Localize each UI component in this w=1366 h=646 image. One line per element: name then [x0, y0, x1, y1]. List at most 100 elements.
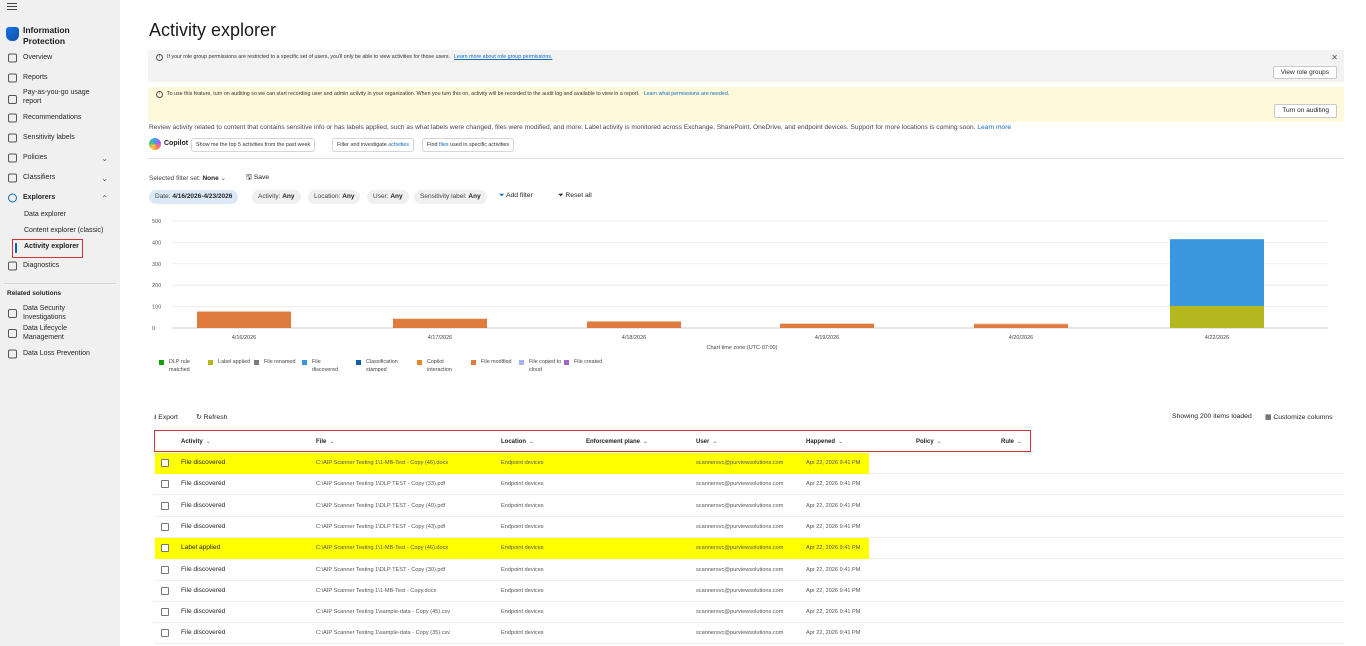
nav-item-data-security-investigations[interactable]: Data Security Investigations — [0, 305, 120, 323]
nav-sub-content-explorer[interactable]: Content explorer (classic) — [0, 224, 120, 238]
nav-item-diagnostics[interactable]: Diagnostics — [0, 258, 120, 274]
cell-file: C:\AIP Scanner Testing 1\sample-data - C… — [316, 609, 451, 616]
selected-filter-set[interactable]: Selected filter set: None ⌄ — [149, 174, 226, 182]
table-row[interactable]: File discovered C:\AIP Scanner Testing 1\… — [154, 602, 1344, 624]
add-filter-button[interactable]: ⏷ Add filter — [499, 192, 533, 200]
customize-columns-button[interactable]: ▦ Customize columns — [1265, 413, 1333, 421]
reset-all-label: Reset all — [565, 192, 592, 199]
column-header-location[interactable]: Location ⌄ — [501, 438, 534, 445]
pill-value: Any — [342, 193, 355, 200]
nav-item-data-loss-prevention[interactable]: Data Loss Prevention — [0, 346, 120, 362]
nav-item-classifiers[interactable]: Classifiers ⌄ — [0, 170, 120, 186]
column-header-happened[interactable]: Happened ⌄ — [806, 438, 843, 445]
pill-value: 4/16/2026-4/23/2026 — [172, 193, 233, 200]
table-row[interactable]: File discovered C:\AIP Scanner Testing 1\… — [154, 623, 1344, 645]
legend-swatch — [254, 360, 259, 365]
nav-item-overview[interactable]: Overview — [0, 50, 120, 66]
info-banner-text: If your role group permissions are restr… — [167, 54, 552, 60]
annotation-highlight-box — [12, 239, 83, 258]
copilot-prompt-chip[interactable]: Show me the top 5 activities from the pa… — [191, 138, 316, 152]
table-row[interactable]: File discovered C:\AIP Scanner Testing 1\… — [154, 581, 1344, 602]
export-label: Export — [158, 414, 178, 421]
nav-item-explorers[interactable]: Explorers ⌃ — [0, 190, 120, 206]
bar-segment — [974, 323, 1068, 325]
reset-all-button[interactable]: ⏷ Reset all — [558, 192, 592, 200]
filter-pill-date[interactable]: Date: 4/16/2026-4/23/2026 — [149, 190, 239, 204]
row-checkbox[interactable] — [161, 480, 169, 489]
row-checkbox[interactable] — [161, 501, 169, 510]
column-label: Policy — [916, 439, 934, 445]
x-tick-label: 4/17/2026 — [428, 335, 452, 341]
column-label: Activity — [181, 439, 203, 445]
view-role-groups-button[interactable]: View role groups — [1272, 66, 1337, 79]
nav-item-recommendations[interactable]: Recommendations — [0, 110, 120, 126]
permissions-link[interactable]: Learn what permissions are needed. — [644, 91, 730, 97]
nav-label: Content explorer (classic) — [24, 227, 104, 234]
cell-location: Endpoint devices — [501, 502, 544, 509]
row-checkbox[interactable] — [161, 565, 169, 574]
nav-item-data-lifecycle-management[interactable]: Data Lifecycle Management — [0, 325, 120, 343]
filter-set-value: None — [202, 175, 219, 182]
filter-pill-sensitivity-label[interactable]: Sensitivity label: Any — [414, 190, 487, 204]
close-icon[interactable]: ✕ — [1331, 53, 1338, 62]
hamburger-menu-icon[interactable] — [7, 3, 17, 10]
chevron-down-icon: ⌄ — [936, 439, 942, 445]
column-label: Happened — [806, 439, 836, 445]
nav-item-pay-as-you-go[interactable]: Pay-as-you-go usage report — [0, 89, 120, 108]
copilot-prompt-chip[interactable]: Filter and investigate activities — [332, 138, 414, 152]
customize-columns-label: Customize columns — [1273, 414, 1333, 421]
row-checkbox[interactable] — [161, 544, 169, 553]
table-row[interactable]: File discovered C:\AIP Scanner Testing 1\… — [154, 474, 1344, 496]
cell-file: C:\AIP Scanner Testing 1\DLP TEST - Copy… — [316, 502, 446, 509]
nav-item-sensitivity-labels[interactable]: Sensitivity labels — [0, 130, 120, 146]
chip-highlight: activities — [388, 142, 409, 148]
bar-segment — [197, 310, 291, 312]
row-checkbox[interactable] — [161, 586, 169, 595]
row-checkbox[interactable] — [161, 522, 169, 531]
nav-label: Policies — [23, 153, 48, 161]
save-icon: 🖫 — [246, 174, 252, 181]
y-tick-label: 300 — [152, 262, 161, 268]
table-row[interactable]: Label applied C:\AIP Scanner Testing 1\1-… — [154, 538, 1344, 560]
turn-on-auditing-button[interactable]: Turn on auditing — [1274, 104, 1337, 118]
export-button[interactable]: ⭳ Export — [154, 413, 178, 424]
table-row[interactable]: File discovered C:\AIP Scanner Testing 1\… — [154, 496, 1344, 517]
column-header-file[interactable]: File ⌄ — [316, 438, 334, 445]
nav-item-policies[interactable]: Policies ⌄ — [0, 150, 120, 166]
copilot-prompt-chip[interactable]: Find files used in specific activities — [422, 138, 515, 152]
bar-segment — [393, 318, 487, 320]
table-row[interactable]: File discovered C:\AIP Scanner Testing 1\… — [154, 517, 1344, 538]
app-brand[interactable]: Information Protection — [5, 25, 117, 47]
cell-location: Endpoint devices — [501, 587, 544, 594]
column-header-rule[interactable]: Rule ⌄ — [1001, 438, 1022, 445]
table-row[interactable]: File discovered C:\AIP Scanner Testing 1\… — [154, 453, 1344, 474]
cell-happened: Apr 22, 2026 9:41 PM — [806, 523, 861, 530]
filter-pill-user[interactable]: User: Any — [367, 190, 409, 204]
cell-location: Endpoint devices — [501, 460, 544, 466]
column-header-policy[interactable]: Policy ⌄ — [916, 438, 942, 445]
cell-happened: Apr 22, 2026 9:41 PM — [806, 587, 861, 594]
nav-item-reports[interactable]: Reports — [0, 70, 120, 86]
filter-pill-activity[interactable]: Activity: Any — [252, 190, 301, 204]
role-group-permissions-link[interactable]: Learn more about role group permissions. — [454, 54, 552, 60]
column-header-activity[interactable]: Activity ⌄ — [181, 438, 211, 445]
row-checkbox[interactable] — [161, 459, 169, 467]
items-loaded-count: Showing 200 items loaded — [1172, 413, 1252, 420]
row-checkbox[interactable] — [161, 629, 169, 638]
column-label: Rule — [1001, 439, 1015, 445]
column-header-enforcement-plane[interactable]: Enforcement plane ⌄ — [586, 438, 648, 445]
save-filter-button[interactable]: 🖫 Save — [246, 173, 269, 184]
refresh-button[interactable]: ↻ Refresh — [196, 413, 227, 421]
filter-pill-location[interactable]: Location: Any — [308, 190, 361, 204]
learn-more-link[interactable]: Learn more — [977, 124, 1011, 131]
row-checkbox[interactable] — [161, 608, 169, 617]
legend-label: File renamed — [264, 359, 296, 365]
payg-icon — [8, 95, 17, 104]
column-header-user[interactable]: User ⌄ — [696, 438, 717, 445]
refresh-icon: ↻ — [196, 414, 202, 421]
table-row[interactable]: File discovered C:\AIP Scanner Testing 1\… — [154, 560, 1344, 581]
chip-text: Filter and investigate — [337, 142, 389, 148]
cell-activity: File discovered — [181, 501, 226, 509]
chevron-down-icon: ⌄ — [205, 439, 211, 445]
nav-sub-data-explorer[interactable]: Data explorer — [0, 208, 120, 222]
